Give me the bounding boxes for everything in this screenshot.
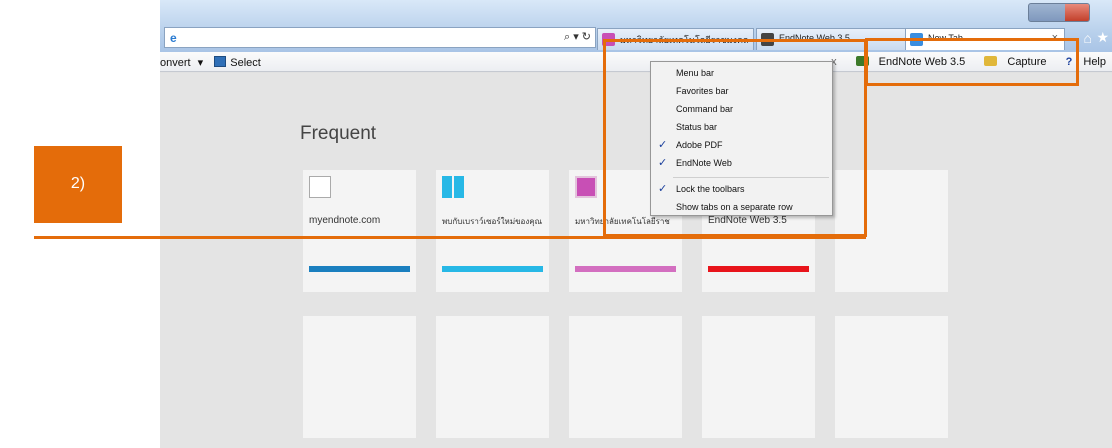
select-label: Select [230, 57, 261, 69]
annotation-highlight-menu [603, 39, 867, 237]
step-badge: 2) [34, 146, 122, 223]
tile-label: myendnote.com [309, 215, 381, 226]
help-label: Help [1083, 56, 1106, 68]
tile-color-bar [708, 266, 809, 272]
tile-color-bar [575, 266, 676, 272]
tile-empty[interactable] [436, 316, 549, 438]
tile-empty[interactable] [303, 316, 416, 438]
home-icon[interactable]: ⌂ [1084, 30, 1092, 46]
convert-label: onvert [160, 57, 191, 69]
convert-button[interactable]: onvert ▾ [160, 57, 207, 69]
windows-icon [442, 176, 464, 198]
ie-logo-icon: e [170, 31, 177, 45]
section-title: Frequent [300, 123, 377, 144]
window-close-icon[interactable] [1065, 4, 1089, 21]
address-buttons[interactable]: ⌕ ▾ ↻ [564, 30, 591, 44]
tile-color-bar [442, 266, 543, 272]
tile-myendnote[interactable]: myendnote.com [303, 170, 416, 292]
select-button[interactable]: Select [214, 56, 265, 69]
chevron-down-icon: ▾ [197, 57, 204, 69]
screenshot: e ⌕ ▾ ↻ มหาวิทยาลัยเทคโนโลยีราชมงคล EndN… [0, 0, 1112, 448]
address-bar[interactable]: e ⌕ ▾ ↻ [164, 27, 596, 48]
window-controls[interactable] [1028, 3, 1090, 22]
tile-empty[interactable] [569, 316, 682, 438]
select-icon [214, 56, 227, 67]
tile-empty[interactable] [835, 316, 948, 438]
tile-label: พบกับเบราว์เซอร์ใหม่ของคุณ [442, 217, 543, 226]
blank-page-icon [309, 176, 331, 198]
tile-new-browser[interactable]: พบกับเบราว์เซอร์ใหม่ของคุณ [436, 170, 549, 292]
tile-color-bar [309, 266, 410, 272]
favorites-star-icon[interactable]: ★ [1096, 29, 1109, 46]
annotation-highlight-toolbar [865, 38, 1079, 86]
university-icon [575, 176, 597, 198]
tile-empty[interactable] [702, 316, 815, 438]
